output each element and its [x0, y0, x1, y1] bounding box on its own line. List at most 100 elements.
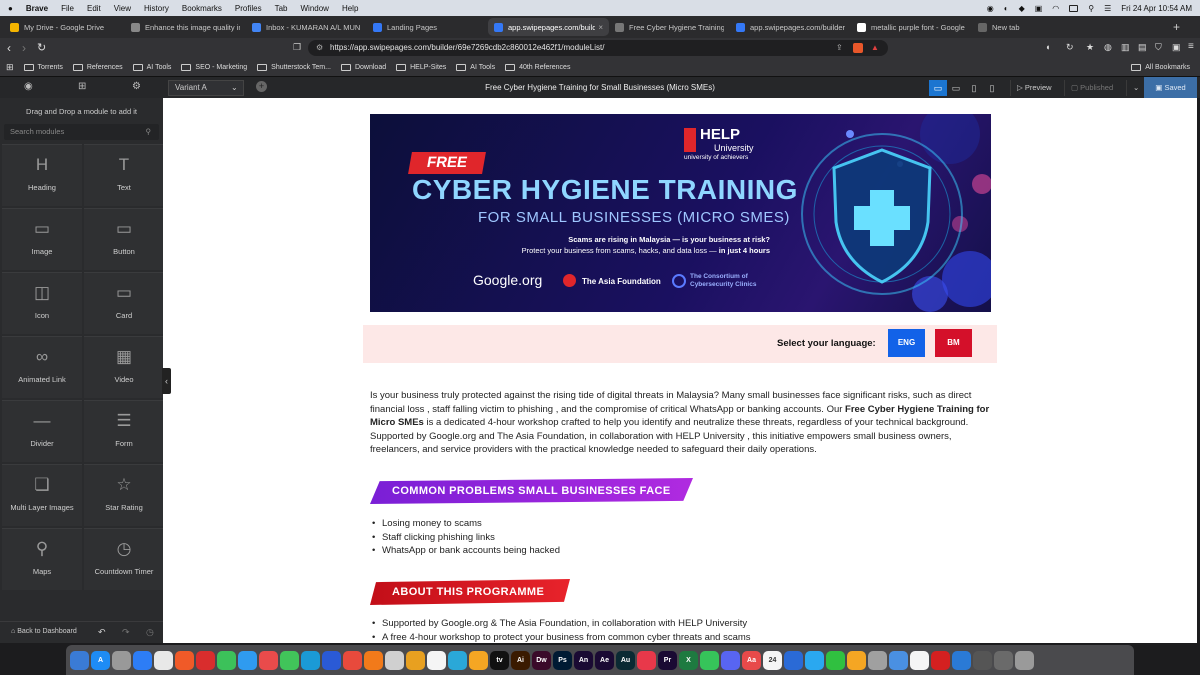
module-card-animated-link[interactable]: ∞ Animated Link [2, 336, 82, 398]
dock-app-icon[interactable]: A [91, 650, 110, 670]
menu-history[interactable]: History [144, 4, 169, 13]
url-bar[interactable]: ⚙ https://app.swipepages.com/builder/69e… [308, 40, 888, 56]
publish-menu-chevron-icon[interactable]: ⌄ [1126, 80, 1145, 96]
dock-app-icon[interactable] [847, 650, 866, 670]
dock-app-icon[interactable] [469, 650, 488, 670]
eye-icon[interactable]: ◉ [24, 81, 33, 92]
dock-app-icon[interactable]: Dw [532, 650, 551, 670]
dock-app-icon[interactable] [889, 650, 908, 670]
menu-icon[interactable]: ≡ [1188, 41, 1194, 52]
module-card-multi-layer-images[interactable]: ❏ Multi Layer Images [2, 464, 82, 526]
module-card-form[interactable]: ☰ Form [84, 400, 164, 462]
dock-app-icon[interactable]: Aa [742, 650, 761, 670]
menu-help[interactable]: Help [342, 4, 358, 13]
search-modules-input[interactable]: Search modules ⚲ [4, 124, 159, 140]
history-icon[interactable]: ◷ [146, 627, 154, 638]
menubar-clock[interactable]: Fri 24 Apr 10:54 AM [1121, 4, 1192, 13]
url-text[interactable]: https://app.swipepages.com/builder/69e72… [330, 43, 604, 52]
window-icon[interactable]: ▤ [1138, 42, 1147, 53]
module-card-maps[interactable]: ⚲ Maps [2, 528, 82, 590]
eng-button[interactable]: ENG [888, 329, 925, 357]
bookmark-folder[interactable]: AI Tools [456, 63, 495, 71]
dock-app-icon[interactable]: Ai [511, 650, 530, 670]
bookmark-folder[interactable]: HELP-Sites [396, 63, 446, 71]
dock-app-icon[interactable]: X [679, 650, 698, 670]
module-card-heading[interactable]: H Heading [2, 144, 82, 206]
dock-app-icon[interactable] [826, 650, 845, 670]
dock-app-icon[interactable] [175, 650, 194, 670]
extension-icon[interactable]: ↻ [1066, 42, 1074, 53]
dock-app-icon[interactable] [238, 650, 257, 670]
module-card-divider[interactable]: — Divider [2, 400, 82, 462]
dock-app-icon[interactable]: 24 [763, 650, 782, 670]
dock-app-icon[interactable] [910, 650, 929, 670]
dock-app-icon[interactable] [700, 650, 719, 670]
grid-icon[interactable]: ⊞ [78, 81, 86, 92]
bookmark-folder[interactable]: SEO - Marketing [181, 63, 247, 71]
menu-window[interactable]: Window [300, 4, 328, 13]
dock-app-icon[interactable]: Ps [553, 650, 572, 670]
apps-grid-icon[interactable]: ⊞ [6, 62, 14, 73]
reload-icon[interactable]: ↻ [37, 41, 46, 55]
module-card-video[interactable]: ▦ Video [84, 336, 164, 398]
back-to-dashboard-link[interactable]: ⌂ Back to Dashboard [11, 628, 77, 635]
dock-app-icon[interactable] [931, 650, 950, 670]
shield-icon[interactable]: ⛉ [1155, 42, 1162, 53]
dock-app-icon[interactable] [112, 650, 131, 670]
bookmark-folder[interactable]: AI Tools [132, 63, 171, 71]
dock-app-icon[interactable] [259, 650, 278, 670]
bookmark-folder[interactable]: Download [340, 63, 386, 71]
close-tab-icon[interactable]: × [595, 23, 603, 32]
browser-tab[interactable]: Free Cyber Hygiene Training for [609, 18, 730, 36]
battery-icon[interactable] [1069, 4, 1079, 12]
menu-brave[interactable]: Brave [26, 4, 48, 13]
browser-tab[interactable]: app.swipepages.com/builder/69e [730, 18, 851, 36]
dock-app-icon[interactable] [1015, 650, 1034, 670]
extension-icon[interactable]: ★ [1086, 42, 1094, 53]
desktop-view-button[interactable]: ▭ [929, 80, 947, 96]
dock-app-icon[interactable] [322, 650, 341, 670]
undo-icon[interactable]: ↶ [98, 627, 106, 638]
dock-app-icon[interactable] [973, 650, 992, 670]
browser-tab[interactable]: app.swipepages.com/builder/6× [488, 18, 609, 36]
search-icon[interactable]: ⚲ [1088, 4, 1094, 13]
dock-app-icon[interactable] [217, 650, 236, 670]
status-app-icon[interactable]: ◉ [987, 4, 994, 13]
dock-app-icon[interactable] [133, 650, 152, 670]
dock-app-icon[interactable] [868, 650, 887, 670]
menu-tab[interactable]: Tab [275, 4, 288, 13]
site-info-icon[interactable]: ⚙ [316, 40, 323, 56]
dock-app-icon[interactable] [70, 650, 89, 670]
dock-app-icon[interactable]: tv [490, 650, 509, 670]
bookmark-folder[interactable]: References [72, 63, 123, 71]
dock-app-icon[interactable]: Ae [595, 650, 614, 670]
saved-button[interactable]: ▣ Saved [1144, 77, 1197, 99]
module-card-image[interactable]: ▭ Image [2, 208, 82, 270]
add-variant-icon[interactable]: + [256, 81, 267, 92]
bookmark-page-icon[interactable]: ❐ [293, 42, 301, 53]
apple-icon[interactable]: ● [8, 4, 13, 13]
dock-app-icon[interactable] [301, 650, 320, 670]
dock-app-icon[interactable] [721, 650, 740, 670]
brave-shields-icon[interactable] [853, 43, 863, 53]
bm-button[interactable]: BM [935, 329, 972, 357]
dock-app-icon[interactable] [364, 650, 383, 670]
dock-app-icon[interactable] [406, 650, 425, 670]
status-app-icon[interactable]: ▣ [1035, 4, 1043, 13]
dock-app-icon[interactable] [805, 650, 824, 670]
wallet-icon[interactable]: ▣ [1172, 42, 1181, 53]
status-app-icon[interactable]: ◐ [1004, 4, 1009, 13]
module-card-button[interactable]: ▭ Button [84, 208, 164, 270]
dock-app-icon[interactable]: Au [616, 650, 635, 670]
dock-app-icon[interactable] [784, 650, 803, 670]
browser-tab[interactable]: metallic purple font - Google Sea [851, 18, 972, 36]
module-card-card[interactable]: ▭ Card [84, 272, 164, 334]
tablet-view-button[interactable]: ▯ [965, 80, 983, 96]
dock-app-icon[interactable] [952, 650, 971, 670]
bookmark-folder[interactable]: Torrents [23, 63, 63, 71]
extension-icon[interactable]: ◖ [1045, 42, 1050, 52]
forward-arrow-icon[interactable]: › [22, 41, 26, 55]
module-card-star-rating[interactable]: ☆ Star Rating [84, 464, 164, 526]
browser-tab[interactable]: Landing Pages [367, 18, 488, 36]
browser-tab[interactable]: Enhance this image quality in HD [125, 18, 246, 36]
